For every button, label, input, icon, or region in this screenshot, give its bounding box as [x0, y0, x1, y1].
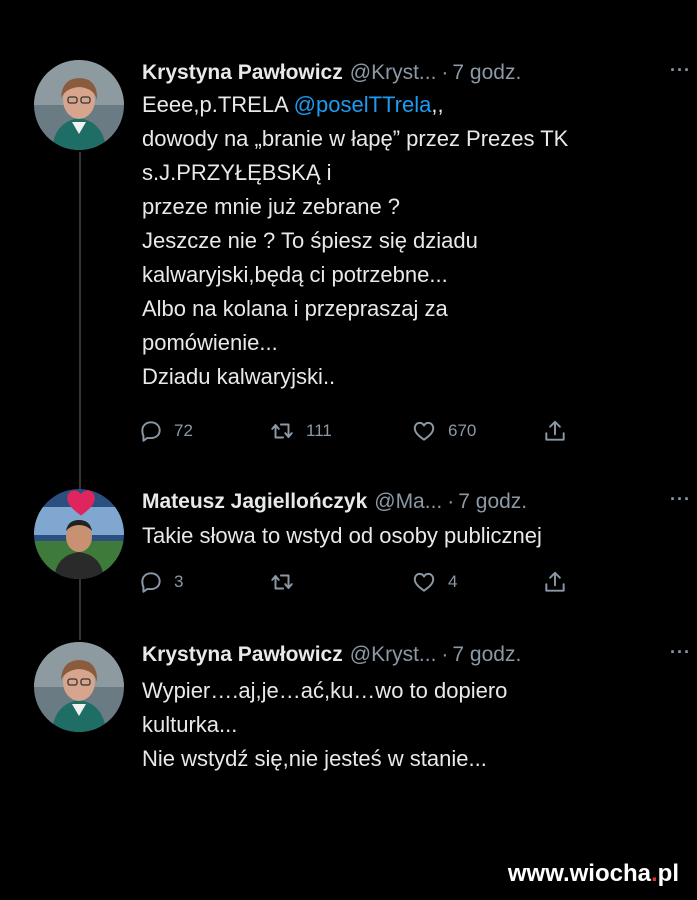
tweet-line: Albo na kolana i przepraszaj za: [142, 296, 448, 321]
avatar[interactable]: [34, 642, 124, 732]
tweet-3[interactable]: Krystyna Pawłowicz @Kryst... · 7 godz. ·…: [0, 640, 697, 790]
like-button[interactable]: 4: [410, 564, 457, 600]
text-fragment: ,,: [431, 92, 444, 117]
retweet-icon: [271, 423, 293, 439]
share-icon: [545, 571, 565, 592]
author-handle[interactable]: @Kryst...: [350, 61, 437, 85]
reply-count: 3: [174, 572, 184, 591]
like-count: 4: [448, 572, 458, 591]
tweet-line: Jeszcze nie ? To śpiesz się dziadu: [142, 228, 478, 253]
tweet-text: Takie słowa to wstyd od osoby publicznej: [142, 519, 677, 553]
tweet-line: Nie wstydź się,nie jesteś w stanie...: [142, 746, 487, 771]
tweet-text: Eeee,p.TRELA @poselTTrela,, dowody na „b…: [142, 88, 677, 394]
tweet-line: Dziadu kalwaryjski..: [142, 364, 336, 389]
share-button[interactable]: [542, 564, 568, 600]
reply-count: 72: [174, 421, 193, 440]
tweet-line: kulturka...: [142, 712, 238, 737]
timestamp[interactable]: 7 godz.: [452, 643, 521, 667]
mention-link[interactable]: @poselTTrela: [294, 92, 432, 117]
more-icon[interactable]: ···: [670, 642, 691, 663]
tweet-line: Eeee,p.TRELA @poselTTrela,,: [142, 88, 677, 122]
like-icon: [413, 572, 435, 592]
text-fragment: Eeee,p.TRELA: [142, 92, 294, 117]
like-icon: [413, 421, 435, 441]
reply-icon: [141, 572, 161, 593]
tweet-line: Takie słowa to wstyd od osoby publicznej: [142, 523, 542, 548]
separator: ·: [441, 61, 449, 84]
tweet-line: Wypier….aj,je…ać,ku…wo to dopiero: [142, 678, 508, 703]
like-count: 670: [448, 421, 477, 440]
timestamp[interactable]: 7 godz.: [458, 490, 527, 514]
tweet-actions: 72 111 670: [138, 413, 598, 449]
watermark-prefix: www.wiocha: [507, 860, 651, 887]
reply-button[interactable]: 3: [138, 564, 183, 600]
more-icon[interactable]: ···: [670, 489, 691, 510]
author-name[interactable]: Mateusz Jagiellończyk: [142, 490, 367, 514]
avatar[interactable]: [34, 60, 124, 150]
author-name[interactable]: Krystyna Pawłowicz: [142, 643, 343, 667]
watermark-suffix: pl: [657, 860, 679, 887]
tweet-1[interactable]: Krystyna Pawłowicz @Kryst... · 7 godz. ·…: [0, 58, 697, 458]
author-handle[interactable]: @Kryst...: [350, 643, 437, 667]
author-name[interactable]: Krystyna Pawłowicz: [142, 61, 343, 85]
separator: ·: [447, 490, 455, 513]
retweet-button[interactable]: [268, 564, 296, 600]
tweet-text: Wypier….aj,je…ać,ku…wo to dopiero kultur…: [142, 674, 677, 776]
retweet-icon: [271, 574, 293, 590]
tweet-2[interactable]: Mateusz Jagiellończyk @Ma... · 7 godz. ·…: [0, 487, 697, 607]
like-button[interactable]: 670: [410, 413, 476, 449]
watermark-logo: www.wiocha.pl: [508, 860, 679, 888]
more-icon[interactable]: ···: [670, 60, 691, 81]
tweet-line: dowody na „branie w łapę” przez Prezes T…: [142, 126, 569, 151]
tweet-line: kalwaryjski,będą ci potrzebne...: [142, 262, 448, 287]
tweet-line: s.J.PRZYŁĘBSKĄ i: [142, 160, 332, 185]
tweet-header: Krystyna Pawłowicz @Kryst... · 7 godz.: [142, 58, 677, 88]
author-handle[interactable]: @Ma...: [374, 490, 442, 514]
reply-button[interactable]: 72: [138, 413, 193, 449]
tweet-header: Mateusz Jagiellończyk @Ma... · 7 godz.: [142, 487, 677, 517]
heart-icon: [67, 490, 95, 516]
tweet-header: Krystyna Pawłowicz @Kryst... · 7 godz.: [142, 640, 677, 670]
separator: ·: [441, 643, 449, 666]
retweet-count: 111: [306, 421, 332, 440]
retweet-button[interactable]: 111: [268, 413, 332, 449]
reply-icon: [141, 421, 161, 442]
tweet-line: przeze mnie już zebrane ?: [142, 194, 401, 219]
timestamp[interactable]: 7 godz.: [452, 61, 521, 85]
share-icon: [545, 420, 565, 441]
watermark-dot: .: [651, 860, 658, 887]
tweet-actions: 3 4: [138, 564, 598, 600]
share-button[interactable]: [542, 413, 568, 449]
tweet-line: pomówienie...: [142, 330, 278, 355]
